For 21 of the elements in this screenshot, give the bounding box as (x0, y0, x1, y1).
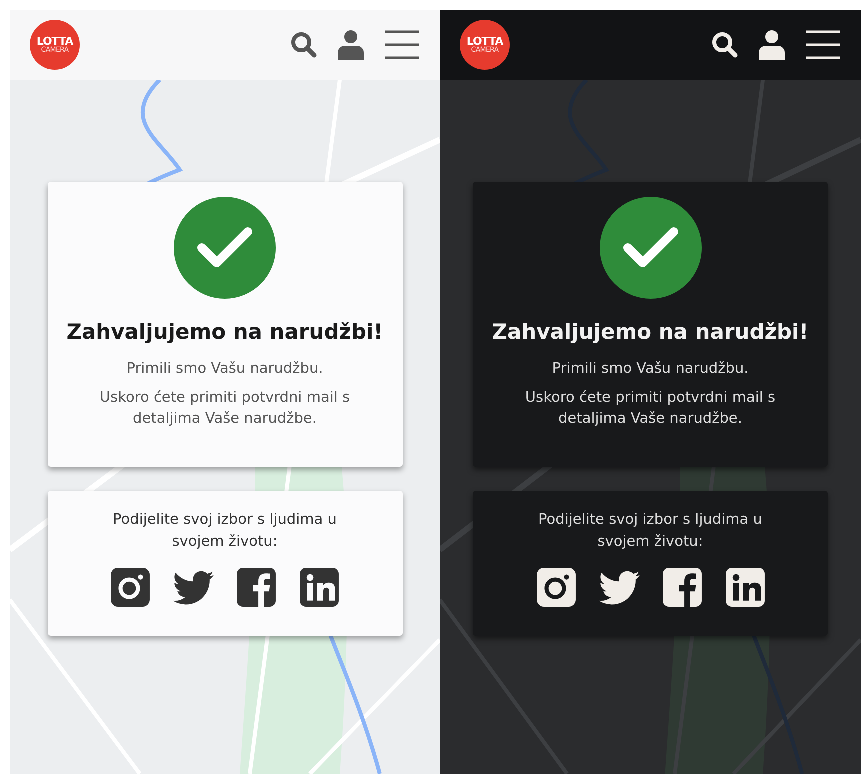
letters-in-icon[interactable] (724, 567, 766, 608)
message-text: Uskoro ćete primiti potvrdni mail s detaljima Vaše narudžbe. (98, 388, 352, 428)
message-text: Primili smo Vašu narudžbu. (551, 360, 750, 378)
letter-f-icon[interactable] (662, 567, 702, 608)
user-icon[interactable] (759, 30, 785, 60)
share-text: Podijelite svoj izbor s ljudima u svojem životu: (112, 511, 338, 552)
share-text: Podijelite svoj izbor s ljudima u svojem životu: (538, 511, 764, 552)
message-text: Uskoro ćete primiti potvrdni mail s detaljima Vaše narudžbe. (524, 388, 777, 428)
letter-f-icon[interactable] (236, 567, 277, 608)
card-title: Zahvaljujemo na narudžbi! (66, 319, 384, 346)
menu-icon[interactable] (384, 30, 420, 60)
search-icon[interactable] (290, 31, 318, 59)
message-text: Primili smo Vašu narudžbu. (126, 360, 324, 378)
search-icon[interactable] (711, 31, 739, 59)
user-icon[interactable] (338, 30, 364, 60)
card-title: Zahvaljujemo na narudžbi! (492, 319, 809, 346)
logo-text: LOTTA (466, 36, 504, 47)
logo-text: LOTTA (36, 36, 74, 47)
letters-in-icon[interactable] (299, 567, 340, 608)
camera-icon[interactable] (110, 567, 151, 608)
camera-icon[interactable] (536, 567, 576, 608)
